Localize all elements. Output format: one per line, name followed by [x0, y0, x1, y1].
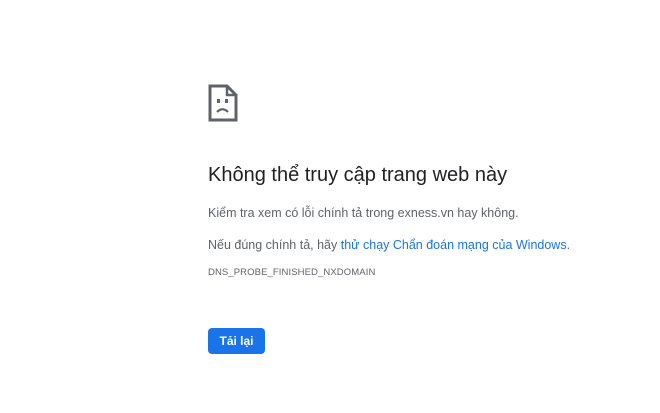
suggestion-prefix: Nếu đúng chính tả, hãy [208, 238, 341, 252]
sad-page-icon [208, 84, 238, 122]
reload-button[interactable]: Tải lại [208, 328, 265, 354]
error-content: Không thể truy cập trang web này Kiểm tr… [208, 84, 628, 279]
error-code: DNS_PROBE_FINISHED_NXDOMAIN [208, 267, 376, 278]
spelling-check-text: Kiểm tra xem có lỗi chính tả trong exnes… [208, 206, 519, 220]
network-diagnostics-link[interactable]: thử chạy Chẩn đoán mạng của Windows [341, 238, 567, 252]
error-heading: Không thể truy cập trang web này [208, 164, 508, 186]
suggestion-suffix: . [566, 238, 571, 252]
error-page: Không thể truy cập trang web này Kiểm tr… [0, 0, 660, 413]
suggestion-text: Nếu đúng chính tả, hãy thử chạy Chẩn đoá… [208, 237, 628, 253]
